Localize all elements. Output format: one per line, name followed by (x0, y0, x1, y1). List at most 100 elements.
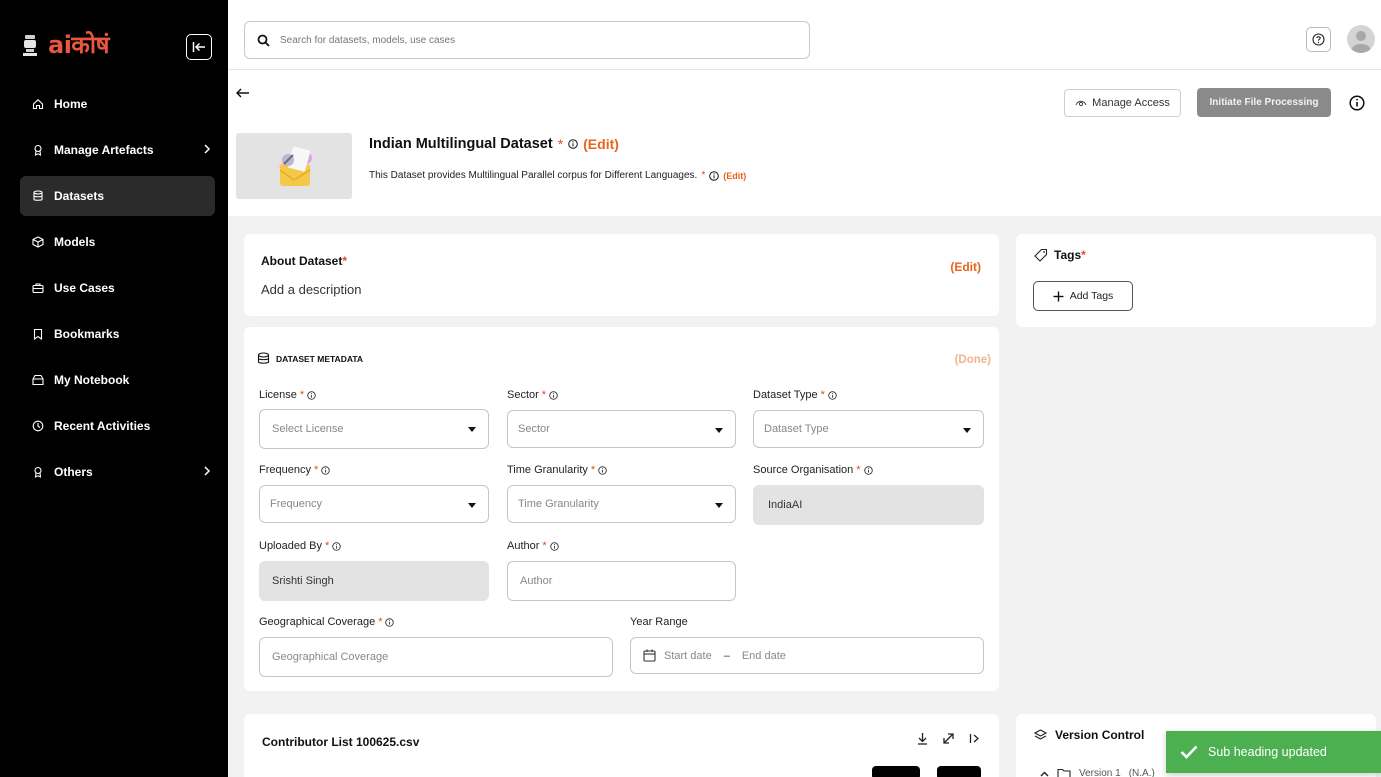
initiate-file-processing-button[interactable]: Initiate File Processing (1197, 88, 1331, 117)
file-action-button[interactable] (872, 766, 920, 777)
top-bar (228, 0, 1381, 70)
contributor-file-title: Contributor List 100625.csv (262, 735, 420, 749)
sidebar-item-label: Models (54, 235, 96, 249)
sector-select[interactable]: Sector (507, 410, 736, 448)
time-granularity-select[interactable]: Time Granularity (507, 485, 736, 523)
done-link[interactable]: (Done) (955, 354, 991, 366)
briefcase-icon (32, 283, 44, 294)
author-input[interactable]: Author (507, 561, 736, 601)
version-label: Version 1 (1079, 768, 1121, 777)
edit-about-link[interactable]: (Edit) (950, 260, 981, 274)
sidebar-item-models[interactable]: Models (20, 222, 215, 262)
dataset-title: Indian Multilingual Dataset (369, 136, 553, 152)
info-icon[interactable] (709, 170, 720, 181)
side-panel-icon[interactable] (969, 733, 981, 744)
sidebar-item-use-cases[interactable]: Use Cases (20, 268, 215, 308)
add-tags-button[interactable]: Add Tags (1033, 281, 1133, 311)
about-heading: About Dataset* (261, 254, 347, 268)
info-icon[interactable] (321, 465, 330, 475)
home-icon (32, 99, 44, 110)
version-control-heading-text: Version Control (1055, 728, 1145, 742)
about-heading-text: About Dataset (261, 254, 343, 268)
info-icon[interactable] (332, 541, 342, 551)
sidebar-item-label: Home (54, 97, 88, 111)
user-avatar[interactable] (1347, 25, 1375, 53)
required-mark: * (856, 464, 861, 476)
folder-icon (1057, 768, 1071, 777)
info-icon[interactable] (828, 390, 837, 400)
info-icon[interactable] (863, 465, 873, 475)
caret-down-icon (468, 427, 476, 432)
version-note: (N.A.) (1128, 768, 1155, 777)
license-select[interactable]: Select License (259, 409, 489, 449)
sidebar: aiकोषं Home Manage Artefacts Datasets Mo… (0, 0, 228, 777)
file-toolbar (917, 732, 981, 745)
chevron-right-icon (204, 144, 211, 154)
required-mark: * (701, 170, 706, 181)
expand-icon[interactable] (942, 732, 955, 745)
sidebar-item-recent-activities[interactable]: Recent Activities (20, 406, 215, 446)
back-arrow-icon[interactable] (236, 88, 250, 98)
dataset-metadata-card: DATASET METADATA (Done) License * Select … (244, 327, 999, 691)
edit-subtitle-link[interactable]: (Edit) (723, 171, 746, 181)
info-icon[interactable] (549, 541, 559, 551)
brand-logo[interactable]: aiकोषं (22, 28, 109, 61)
database-icon (257, 352, 270, 364)
frequency-select[interactable]: Frequency (259, 485, 489, 523)
sidebar-item-label: Use Cases (54, 281, 115, 295)
sidebar-item-datasets[interactable]: Datasets (20, 176, 215, 216)
info-icon[interactable] (598, 465, 607, 475)
dataset-thumbnail (236, 133, 352, 199)
dataset-subtitle-row: This Dataset provides Multilingual Paral… (369, 170, 746, 181)
collapse-sidebar-button[interactable] (186, 34, 212, 60)
info-icon[interactable] (549, 390, 558, 400)
notebook-icon (32, 374, 44, 386)
dataset-type-select[interactable]: Dataset Type (753, 410, 984, 448)
field-label-text: Uploaded By (259, 540, 322, 552)
about-description[interactable]: Add a description (261, 282, 361, 297)
info-icon[interactable] (307, 390, 316, 400)
dataset-type-placeholder: Dataset Type (764, 423, 829, 435)
sidebar-item-home[interactable]: Home (20, 84, 215, 124)
sidebar-item-manage-artefacts[interactable]: Manage Artefacts (20, 130, 215, 170)
field-label-text: Time Granularity (507, 464, 588, 476)
version-control-heading: Version Control (1034, 728, 1144, 742)
required-mark: * (542, 540, 547, 552)
layers-icon (1034, 729, 1047, 740)
source-organisation-value: IndiaAI (768, 499, 803, 511)
sidebar-item-others[interactable]: Others (20, 452, 215, 492)
sidebar-item-my-notebook[interactable]: My Notebook (20, 360, 215, 400)
bookmark-icon (33, 328, 43, 340)
help-button[interactable] (1306, 27, 1331, 52)
search-input[interactable] (280, 34, 760, 46)
info-icon[interactable] (568, 139, 578, 149)
calendar-icon (643, 649, 656, 662)
geographical-coverage-input[interactable]: Geographical Coverage (259, 637, 613, 677)
info-icon[interactable] (1349, 95, 1365, 111)
search-bar[interactable] (244, 21, 810, 59)
info-icon[interactable] (385, 617, 395, 627)
source-organisation-label: Source Organisation * (753, 464, 873, 476)
toast-notification: Sub heading updated (1166, 731, 1381, 773)
start-date-placeholder[interactable]: Start date (664, 650, 712, 662)
sector-label: Sector * (507, 389, 558, 401)
metadata-heading: DATASET METADATA (257, 352, 363, 365)
manage-access-button[interactable]: Manage Access (1064, 89, 1181, 117)
metadata-heading-text: DATASET METADATA (276, 353, 364, 364)
frequency-placeholder: Frequency (270, 498, 322, 510)
chevron-right-icon (204, 466, 211, 476)
date-separator: – (723, 649, 730, 662)
dataset-type-label: Dataset Type * (753, 389, 837, 401)
file-action-button[interactable] (937, 766, 981, 777)
required-mark: * (313, 464, 319, 476)
sidebar-item-bookmarks[interactable]: Bookmarks (20, 314, 215, 354)
checkmark-icon (1180, 745, 1198, 759)
sector-placeholder: Sector (518, 423, 550, 435)
download-icon[interactable] (917, 732, 928, 745)
field-label-text: License (259, 389, 297, 401)
caret-down-icon (715, 503, 723, 508)
edit-title-link[interactable]: (Edit) (583, 136, 619, 152)
version-item[interactable]: Version 1 (N.A.) (1040, 768, 1155, 777)
end-date-placeholder[interactable]: End date (742, 650, 786, 662)
year-range-picker[interactable]: Start date – End date (630, 637, 984, 674)
